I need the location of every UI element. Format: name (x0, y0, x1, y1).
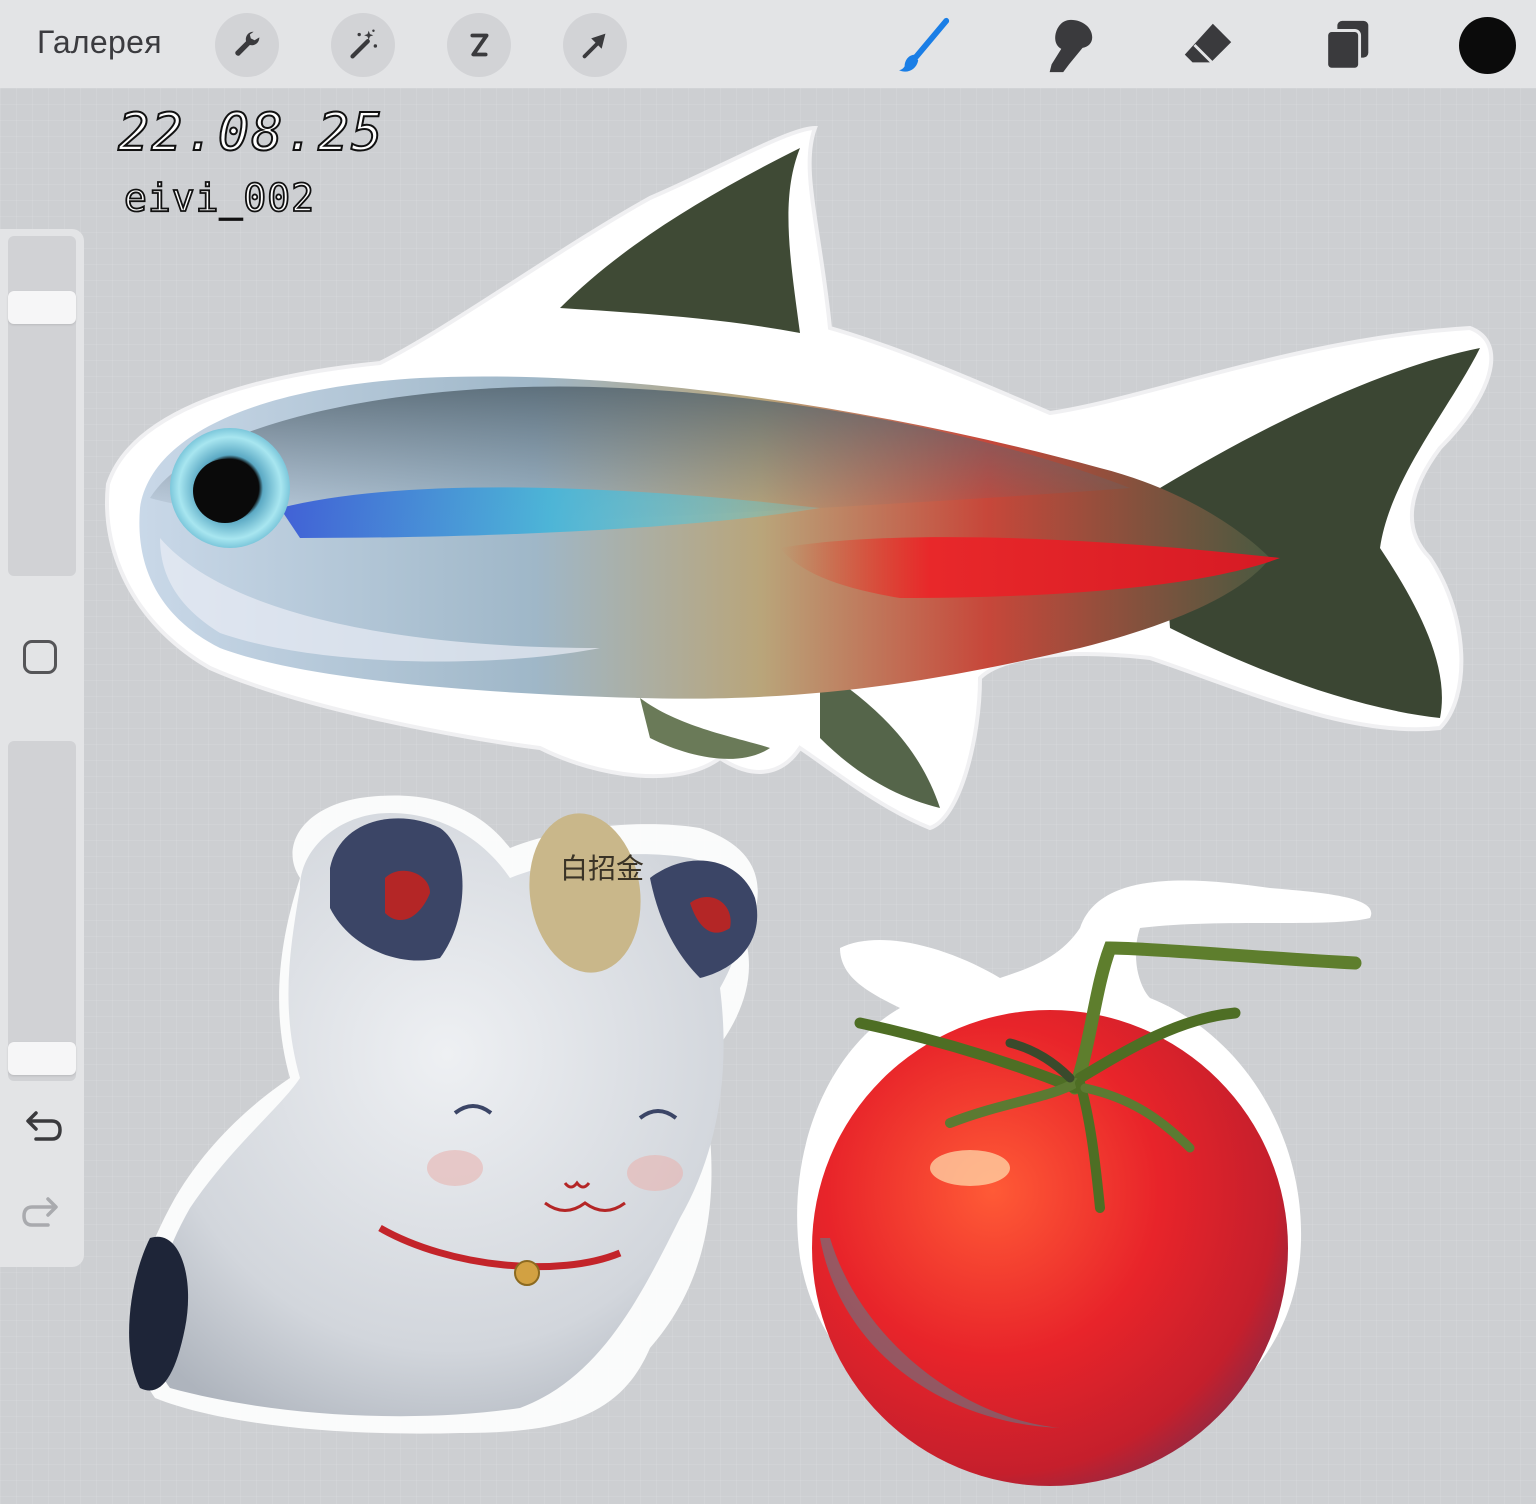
brush-icon (898, 17, 950, 72)
modify-button[interactable] (23, 640, 57, 674)
maneki-neko-sticker: 白招金 (129, 795, 758, 1434)
cat-tag-text: 白招金 (560, 852, 644, 885)
tomato-sticker (797, 880, 1372, 1486)
undo-button[interactable] (20, 1109, 64, 1149)
eraser-icon (1184, 23, 1232, 64)
drawing-canvas[interactable]: 白招金 22.08.25 eivi_002 (0, 88, 1536, 1504)
redo-icon (22, 1197, 58, 1227)
selection-icon (470, 33, 489, 57)
date-text: 22.08.25 (118, 103, 384, 163)
fish-sticker (105, 125, 1494, 831)
magic-wand-icon (350, 29, 378, 59)
brush-tool[interactable] (893, 14, 955, 76)
wrench-icon (235, 31, 260, 56)
top-toolbar: Галерея (0, 0, 1536, 88)
gallery-button[interactable]: Галерея (37, 24, 162, 61)
transform-arrow-icon (582, 33, 606, 59)
undo-icon (26, 1111, 62, 1141)
brush-size-slider[interactable] (8, 236, 76, 576)
signature-text: eivi_002 (124, 176, 315, 221)
opacity-slider[interactable] (8, 741, 76, 1081)
selection-button[interactable] (447, 13, 511, 77)
smudge-icon (1049, 19, 1093, 73)
smudge-tool[interactable] (1038, 14, 1100, 76)
redo-button[interactable] (20, 1195, 64, 1235)
opacity-slider-thumb[interactable] (8, 1041, 76, 1075)
layers-icon (1325, 20, 1369, 71)
brush-size-slider-thumb[interactable] (8, 291, 76, 325)
actions-button[interactable] (215, 13, 279, 77)
transform-button[interactable] (563, 13, 627, 77)
color-picker[interactable] (1459, 17, 1516, 74)
left-sidebar (0, 229, 84, 1267)
layers-tool[interactable] (1317, 14, 1379, 76)
artwork: 白招金 22.08.25 eivi_002 (105, 102, 1494, 1486)
eraser-tool[interactable] (1177, 14, 1239, 76)
adjustments-button[interactable] (331, 13, 395, 77)
